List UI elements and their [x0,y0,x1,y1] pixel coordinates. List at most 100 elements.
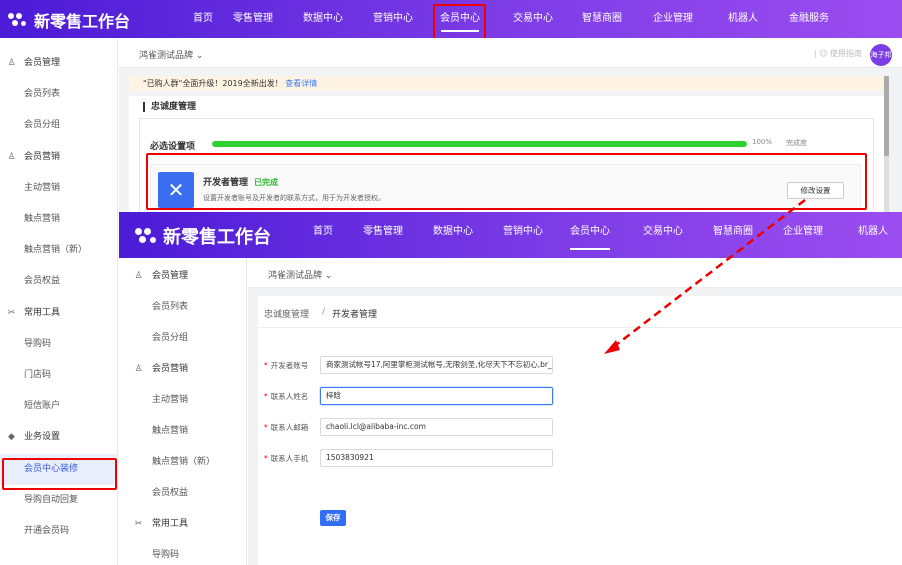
nav2-item-0[interactable]: 首页 [297,212,349,258]
nav2-item-7[interactable]: 企业管理 [777,212,829,258]
sidebar-item-6[interactable]: 触点营销（新） [0,235,118,266]
sidebar-item-label: 导购码 [24,338,52,349]
sidebar-item-label: 会员营销 [24,151,61,162]
sidebar-item-4[interactable]: 主动营销 [119,385,247,416]
breadcrumb: 忠诚度管理 / 开发者管理 [258,296,902,328]
field-label-text: 联系人手机 [270,454,309,463]
top-navbar-2: 新零售工作台 首页 零售管理 数据中心 营销中心 会员中心 交易中心 智慧商圈 企业管理 机器人 [119,212,902,258]
sidebar-item-15[interactable]: 开通会员码 [0,516,118,547]
nav-item-1[interactable]: 零售管理 [228,0,278,38]
sidebar-item-label: 门店码 [24,370,52,380]
breadcrumb-parent[interactable]: 忠诚度管理 [264,307,309,320]
field-input-0[interactable]: 商家测试帐号17,阿里掌柜测试帐号,无限剑圣,化尽天下不忘初心,br_ [320,356,553,374]
field-input-3[interactable]: 1503830921 [320,449,553,467]
sidebar-item-label: 会员权益 [24,276,61,287]
top-navbar: 新零售工作台 首页 零售管理 数据中心 营销中心 会员中心 交易中心 智慧商圈 企业管理 机器人… [0,0,902,38]
sidebar-item-label: 常用工具 [152,519,189,529]
sidebar-item-label: 会员管理 [152,271,189,281]
field-label-text: 联系人邮箱 [270,423,309,432]
sidebar-item-label: 触点营销 [24,214,61,224]
user-guide-link[interactable]: | ☺ 使用指南 [814,48,862,59]
field-input-2[interactable]: chaoli.lcl@alibaba-inc.com [320,418,553,436]
nav-item-4[interactable]: 会员中心 [435,0,485,38]
sidebar-item-8[interactable]: ✂ 常用工具 [0,298,118,329]
sidebar-item-1[interactable]: 会员列表 [119,292,247,323]
notice-link[interactable]: 查看详情 [285,79,317,88]
main-content-2: 鸿雀测试品牌 ⌄ 忠诚度管理 / 开发者管理 保存 * 开发者账号 商家测试帐号17… [248,258,902,565]
sidebar-item-5[interactable]: 触点营销 [0,204,118,235]
sidebar-item-3[interactable]: ♙ 会员营销 [119,354,247,385]
notice-text: "已购人群"全面升级！2019全新出发！ [143,79,283,88]
sidebar-item-label: 会员分组 [152,333,189,343]
required-mark: * [264,423,268,432]
nav-item-2[interactable]: 数据中心 [298,0,348,38]
field-label-2: * 联系人邮箱 [264,422,314,433]
nav-item-7[interactable]: 企业管理 [648,0,698,38]
sidebar-item-1[interactable]: 会员列表 [0,79,118,110]
nav2-item-8[interactable]: 机器人 [847,212,899,258]
nav2-item-5[interactable]: 交易中心 [637,212,689,258]
sidebar-item-11[interactable]: 短信账户 [0,391,118,422]
sidebar-item-label: 会员营销 [152,364,189,374]
sidebar-item-label: 触点营销 [152,426,189,436]
nav-item-0[interactable]: 首页 [178,0,228,38]
loyalty-panel: 忠诚度管理 必选设置项 100% 完成度 ✕ 开发者管理 已完成 设置开发者账号及… [129,96,884,216]
sidebar-item-5[interactable]: 触点营销 [119,416,247,447]
nav-item-5[interactable]: 交易中心 [508,0,558,38]
sidebar-item-14[interactable]: 导购自动回复 [0,485,118,516]
nav-item-3[interactable]: 营销中心 [368,0,418,38]
nav2-item-6[interactable]: 智慧商圈 [707,212,759,258]
field-input-1[interactable]: 梓晗 [320,387,553,405]
scrollbar[interactable] [884,76,889,216]
sidebar-item-label: 触点营销（新） [24,245,88,256]
required-mark: * [264,361,268,370]
scrollbar-thumb[interactable] [884,76,889,156]
sidebar-item-7[interactable]: 会员权益 [0,266,118,297]
nav2-item-2[interactable]: 数据中心 [427,212,479,258]
sidebar-item-2[interactable]: 会员分组 [119,323,247,354]
main-nav-2: 首页 零售管理 数据中心 营销中心 会员中心 交易中心 智慧商圈 企业管理 机器人 [119,212,902,258]
sidebar-item-2[interactable]: 会员分组 [0,110,118,141]
avatar[interactable]: 海子邦 [870,44,892,66]
sidebar-item-label: 会员列表 [152,302,189,312]
sidebar-item-12[interactable]: ◆ 业务设置 [0,422,118,453]
nav-item-8[interactable]: 机器人 [718,0,768,38]
save-button[interactable]: 保存 [320,510,346,526]
nav-item-9[interactable]: 金融服务 [778,0,840,38]
required-mark: * [264,392,268,401]
sidebar-item-label: 开通会员码 [24,526,70,536]
sidebar-item-9[interactable]: 导购码 [119,540,247,565]
sidebar-item-8[interactable]: ✂ 常用工具 [119,509,247,540]
sidebar-item-3[interactable]: ♙ 会员营销 [0,142,118,173]
sidebar-item-label: 常用工具 [24,307,61,318]
nav-item-6[interactable]: 智慧商圈 [577,0,627,38]
nav2-item-3[interactable]: 营销中心 [497,212,549,258]
main-nav: 首页 零售管理 数据中心 营销中心 会员中心 交易中心 智慧商圈 企业管理 机器人 金融服务 [0,0,902,38]
brand-selector[interactable]: 鸿雀测试品牌 ⌄ [139,48,203,61]
developer-row: ✕ 开发者管理 已完成 设置开发者账号及开发者的联系方式，用于为开发者授权。 修改… [150,164,861,210]
developer-title: 开发者管理 已完成 [203,175,278,188]
nav2-item-4[interactable]: 会员中心 [564,212,616,258]
tools-icon: ✕ [158,172,194,208]
sidebar-item-label: 短信账户 [24,401,61,412]
field-label-1: * 联系人姓名 [264,391,314,402]
sidebar-item-label: 会员列表 [24,89,61,100]
nav2-item-1[interactable]: 零售管理 [357,212,409,258]
brand-selector-2[interactable]: 鸿雀测试品牌 ⌄ [268,268,332,281]
sidebar-item-0[interactable]: ♙ 会员管理 [0,48,118,79]
sidebar-item-13[interactable]: 会员中心装修 [0,453,118,485]
notice-banner: "已购人群"全面升级！2019全新出发！ 查看详情 [129,76,884,91]
sidebar-item-9[interactable]: 导购码 [0,329,118,360]
user-icon: ♙ [134,364,143,374]
modify-settings-button[interactable]: 修改设置 [787,182,844,199]
field-label-0: * 开发者账号 [264,360,314,371]
tools-icon: ✂ [134,519,143,529]
sidebar-item-label: 会员管理 [24,58,61,68]
sidebar-item-7[interactable]: 会员权益 [119,478,247,509]
progress-fill [212,141,747,147]
sidebar-item-10[interactable]: 门店码 [0,360,118,391]
sidebar-item-0[interactable]: ♙ 会员管理 [119,261,247,292]
sidebar-item-4[interactable]: 主动营销 [0,173,118,204]
sidebar-item-6[interactable]: 触点营销（新） [119,447,247,478]
panel-title: 忠诚度管理 [143,102,196,112]
